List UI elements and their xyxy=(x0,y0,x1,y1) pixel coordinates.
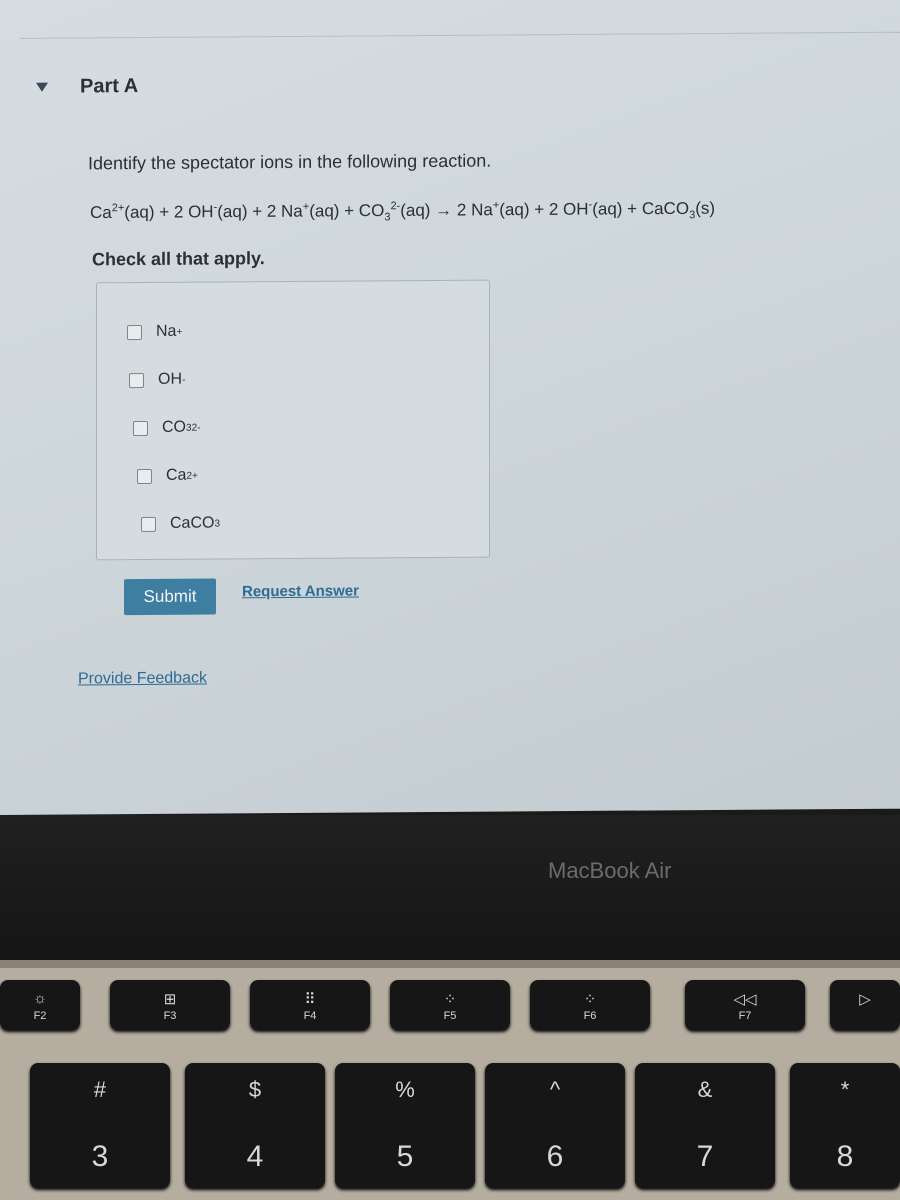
checkbox[interactable] xyxy=(129,372,144,388)
reaction-equation: Ca2+(aq) + 2 OH-(aq) + 2 Na+(aq) + CO32-… xyxy=(90,198,715,225)
function-key-label: F3 xyxy=(163,1010,177,1022)
request-answer-link[interactable]: Request Answer xyxy=(242,582,359,600)
function-key-label: F4 xyxy=(303,1010,317,1022)
laptop-bezel: MacBook Air xyxy=(0,815,900,965)
submit-button[interactable]: Submit xyxy=(124,578,216,616)
option-label: OH xyxy=(158,370,182,388)
option-label: 2+ xyxy=(186,470,198,482)
option-caco-checkbox[interactable]: CaCO 3 xyxy=(141,514,220,533)
number-key-3[interactable]: #3 xyxy=(30,1063,170,1188)
function-key-f2[interactable]: ☼ F2 xyxy=(0,980,80,1030)
checkbox[interactable] xyxy=(127,324,142,340)
equation-part: (aq) + 2 Na xyxy=(217,201,303,222)
option-label: 3 xyxy=(214,517,221,530)
checkbox[interactable] xyxy=(133,420,148,436)
equation-part: (aq) + CaCO xyxy=(592,198,690,219)
function-key-f7[interactable]: ◁◁ F7 xyxy=(685,980,805,1030)
function-key-icon: ⁘ xyxy=(583,991,597,1008)
function-key-label: F6 xyxy=(583,1010,597,1022)
function-key-label: F5 xyxy=(443,1010,457,1022)
equation-part: (s) xyxy=(695,198,716,218)
keyboard: ☼ F2 ⊞ F3 ⠿ F4 ⁘ F5 ⁘ F6 ◁◁ F7 ▷ #3 $4% 5 ^ 6 & 7 * 8 xyxy=(0,968,900,1200)
option-label: + xyxy=(176,326,183,338)
option-oh-checkbox[interactable]: OH - xyxy=(129,371,185,389)
equation-part: 2- xyxy=(390,200,401,213)
option-label: 2- xyxy=(191,422,201,434)
option-label: Ca xyxy=(166,466,187,484)
equation-part: 3 xyxy=(384,211,391,224)
key-symbol: % xyxy=(395,1077,415,1102)
equation-part: (aq) → 2 Na xyxy=(400,200,493,220)
function-key-f8[interactable]: ▷ xyxy=(830,980,900,1030)
number-key-4[interactable]: $4 xyxy=(185,1063,325,1188)
checkbox[interactable] xyxy=(137,468,152,484)
equation-part: (aq) + 2 OH xyxy=(124,202,214,222)
key-digit: 4 xyxy=(246,1140,264,1173)
function-key-icon: ◁◁ xyxy=(733,991,757,1008)
option-ca-checkbox[interactable]: Ca 2+ xyxy=(137,467,198,485)
browser-screen: Part A Identify the spectator ions in th… xyxy=(0,0,900,815)
key-symbol: * xyxy=(840,1077,850,1102)
function-key-icon: ⁘ xyxy=(443,991,457,1008)
number-key-5[interactable]: % 5 xyxy=(335,1063,475,1188)
key-symbol: & xyxy=(697,1077,713,1102)
number-key-7[interactable]: & 7 xyxy=(635,1063,775,1188)
equation-part: (aq) + CO xyxy=(309,200,385,221)
function-key-f3[interactable]: ⊞ F3 xyxy=(110,980,230,1030)
checkbox[interactable] xyxy=(141,516,156,532)
function-key-label: F7 xyxy=(738,1010,752,1022)
part-title[interactable]: Part A xyxy=(80,75,138,98)
divider xyxy=(20,31,900,39)
instruction-text: Check all that apply. xyxy=(92,248,265,270)
key-digit: 5 xyxy=(396,1140,414,1173)
function-key-f4[interactable]: ⠿ F4 xyxy=(250,980,370,1030)
function-key-icon: ⊞ xyxy=(163,991,177,1008)
option-label: Na xyxy=(156,322,177,340)
key-digit: 8 xyxy=(836,1140,854,1173)
key-digit: 7 xyxy=(696,1140,714,1173)
collapse-triangle-icon[interactable] xyxy=(36,82,48,92)
number-key-8[interactable]: * 8 xyxy=(790,1063,900,1188)
option-label: CO xyxy=(162,418,186,436)
key-symbol: $ xyxy=(248,1077,262,1102)
key-digit: 3 xyxy=(91,1140,109,1173)
options-box: Na + OH - CO 3 2- Ca 2+ CaCO 3 xyxy=(96,279,490,561)
option-co-checkbox[interactable]: CO 3 2- xyxy=(133,419,200,437)
key-digit: 6 xyxy=(546,1140,564,1173)
option-label: - xyxy=(182,374,186,386)
equation-part: 2+ xyxy=(111,202,125,215)
number-key-6[interactable]: ^ 6 xyxy=(485,1063,625,1188)
equation-part: Ca xyxy=(90,202,112,223)
function-key-f5[interactable]: ⁘ F5 xyxy=(390,980,510,1030)
function-key-icon: ☼ xyxy=(33,990,47,1007)
option-label: CaCO xyxy=(170,514,215,532)
key-symbol: # xyxy=(93,1077,107,1102)
option-na-checkbox[interactable]: Na + xyxy=(127,323,182,341)
function-key-icon: ▷ xyxy=(859,991,871,1008)
function-key-f6[interactable]: ⁘ F6 xyxy=(530,980,650,1030)
function-key-label: F2 xyxy=(33,1010,47,1022)
function-key-icon: ⠿ xyxy=(304,991,316,1008)
equation-part: (aq) + 2 OH xyxy=(499,199,589,220)
question-text: Identify the spectator ions in the follo… xyxy=(88,150,492,174)
provide-feedback-link[interactable]: Provide Feedback xyxy=(78,670,207,689)
brand-label: MacBook Air xyxy=(548,858,672,883)
key-symbol: ^ xyxy=(549,1077,561,1102)
